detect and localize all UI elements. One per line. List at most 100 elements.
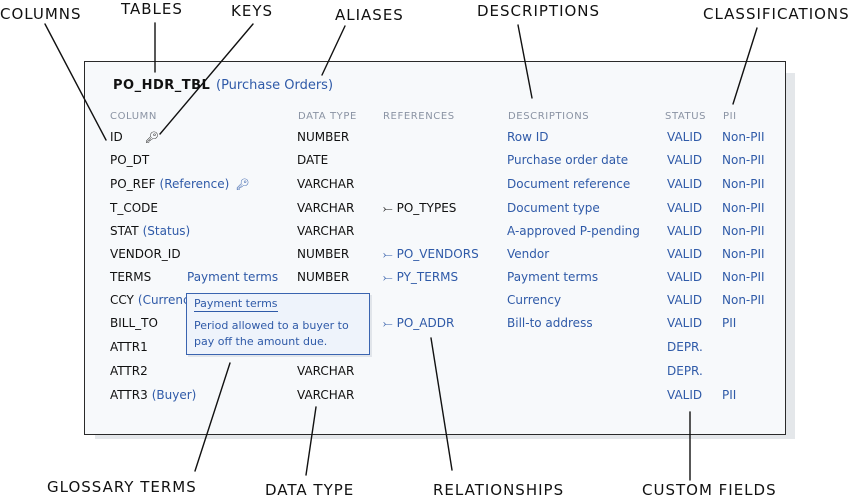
data-type: NUMBER — [297, 270, 350, 284]
pii-classification: Non-PII — [722, 224, 765, 238]
glossary-tooltip: Payment terms Period allowed to a buyer … — [186, 293, 370, 355]
table-row[interactable]: ID 🔑︎ NUMBER Row ID VALID Non-PII — [0, 130, 850, 152]
description: Vendor — [507, 247, 550, 261]
reference-link[interactable]: ⤚ PO_VENDORS — [383, 247, 479, 262]
column-name-text: PO_DT — [110, 153, 150, 167]
status-badge: DEPR. — [667, 364, 703, 378]
column-name[interactable]: STAT (Status) — [110, 224, 190, 238]
column-name[interactable]: PO_DT — [110, 153, 149, 167]
column-name[interactable]: T_CODE — [110, 201, 158, 215]
column-name-text: ATTR2 — [110, 364, 148, 378]
relationship-arrow-icon: ⤚ — [383, 201, 393, 215]
description: A-approved P-pending — [507, 224, 640, 238]
callout-custom-fields: Custom Fields — [642, 481, 777, 499]
status-badge: VALID — [667, 224, 703, 238]
column-name-text: PO_REF — [110, 177, 156, 191]
header-column: Column — [110, 111, 157, 122]
data-type: NUMBER — [297, 247, 350, 261]
table-row[interactable]: ATTR3 (Buyer) VARCHAR VALID PII — [0, 388, 850, 410]
table-row[interactable]: TERMS Payment terms NUMBER ⤚ PY_TERMS Payment… — [0, 270, 850, 292]
column-alias: (Reference) — [159, 177, 230, 191]
pii-classification: PII — [722, 316, 737, 330]
header-references: References — [383, 111, 455, 122]
glossary-term-link[interactable]: Payment terms — [187, 270, 278, 284]
header-data-type: Data Type — [298, 111, 357, 122]
relationship-arrow-icon: ⤚ — [383, 316, 393, 330]
key-icon: 🔑︎ — [144, 131, 159, 144]
status-badge: VALID — [667, 388, 703, 402]
reference-link[interactable]: ⤚ PO_ADDR — [383, 316, 454, 331]
column-name[interactable]: PO_REF (Reference) 🔑︎ — [110, 177, 249, 191]
data-type: VARCHAR — [297, 364, 355, 378]
callout-columns: Columns — [0, 5, 82, 23]
table-row[interactable]: STAT (Status) VARCHAR A-approved P-pending V… — [0, 224, 850, 246]
column-name[interactable]: ATTR1 — [110, 340, 148, 354]
data-type: VARCHAR — [297, 201, 355, 215]
table-row[interactable]: ATTR1 DEPR. — [0, 340, 850, 362]
column-name-text: ID — [110, 130, 123, 144]
table-row[interactable]: PO_REF (Reference) 🔑︎ VARCHAR Document refer… — [0, 177, 850, 199]
column-name[interactable]: ATTR3 (Buyer) — [110, 388, 196, 402]
table-row[interactable]: PO_DT DATE Purchase order date VALID Non-PII — [0, 153, 850, 175]
reference-table: PY_TERMS — [396, 270, 459, 284]
data-type: VARCHAR — [297, 224, 355, 238]
callout-classifications: Classifications — [703, 5, 850, 23]
table-name[interactable]: PO_HDR_TBL — [113, 78, 210, 93]
column-alias: (Buyer) — [151, 388, 197, 402]
column-name-text: T_CODE — [110, 201, 158, 215]
reference-link[interactable]: ⤚ PY_TERMS — [383, 270, 458, 285]
key-icon: 🔑︎ — [235, 178, 250, 191]
reference-table: PO_TYPES — [396, 201, 457, 215]
pii-classification: Non-PII — [722, 177, 765, 191]
callout-data-type: Data Type — [265, 481, 355, 499]
reference-link[interactable]: ⤚ PO_TYPES — [383, 201, 456, 216]
pii-classification: Non-PII — [722, 270, 765, 284]
column-name[interactable]: TERMS — [110, 270, 151, 284]
column-name[interactable]: ID 🔑︎ — [110, 130, 159, 144]
status-badge: VALID — [667, 177, 703, 191]
header-pii: PII — [723, 111, 737, 122]
data-type: VARCHAR — [297, 177, 355, 191]
tooltip-body: Period allowed to a buyer to pay off the… — [194, 319, 349, 348]
pii-classification: Non-PII — [722, 247, 765, 261]
description: Bill-to address — [507, 316, 593, 330]
table-alias: (Purchase Orders) — [216, 78, 334, 93]
relationship-arrow-icon: ⤚ — [383, 247, 393, 261]
pii-classification: Non-PII — [722, 201, 765, 215]
status-badge: DEPR. — [667, 340, 703, 354]
status-badge: VALID — [667, 130, 703, 144]
column-name-text: TERMS — [110, 270, 152, 284]
table-row[interactable]: VENDOR_ID NUMBER ⤚ PO_VENDORS Vendor VALID Non… — [0, 247, 850, 269]
description: Payment terms — [507, 270, 599, 284]
column-name-text: BILL_TO — [110, 316, 158, 330]
callout-relationships: Relationships — [433, 481, 565, 499]
status-badge: VALID — [667, 201, 703, 215]
table-row[interactable]: BILL_TO ⤚ PO_ADDR Bill-to address VALID PII — [0, 316, 850, 338]
callout-aliases: Aliases — [335, 6, 404, 24]
description: Document type — [507, 201, 600, 215]
status-badge: VALID — [667, 153, 703, 167]
table-row[interactable]: T_CODE VARCHAR ⤚ PO_TYPES Document type VALID… — [0, 201, 850, 223]
column-name-text: ATTR3 — [110, 388, 148, 402]
column-name[interactable]: VENDOR_ID — [110, 247, 181, 261]
reference-table: PO_ADDR — [396, 316, 455, 330]
pii-classification: PII — [722, 388, 737, 402]
data-type: DATE — [297, 153, 329, 167]
tooltip-title[interactable]: Payment terms — [194, 297, 278, 312]
table-row[interactable]: CCY (Currency) Currency VALID Non-PII — [0, 293, 850, 315]
column-name[interactable]: ATTR2 — [110, 364, 148, 378]
status-badge: VALID — [667, 316, 703, 330]
callout-keys: Keys — [231, 2, 273, 20]
relationship-arrow-icon: ⤚ — [383, 270, 393, 284]
status-badge: VALID — [667, 293, 703, 307]
callout-glossary-terms: Glossary Terms — [47, 478, 197, 496]
callout-descriptions: Descriptions — [477, 2, 601, 20]
data-type: NUMBER — [297, 130, 350, 144]
column-name[interactable]: BILL_TO — [110, 316, 158, 330]
column-name-text: ATTR1 — [110, 340, 148, 354]
description: Currency — [507, 293, 562, 307]
table-row[interactable]: ATTR2 VARCHAR DEPR. — [0, 364, 850, 386]
status-badge: VALID — [667, 247, 703, 261]
callout-tables: Tables — [121, 0, 183, 18]
data-type: VARCHAR — [297, 388, 355, 402]
